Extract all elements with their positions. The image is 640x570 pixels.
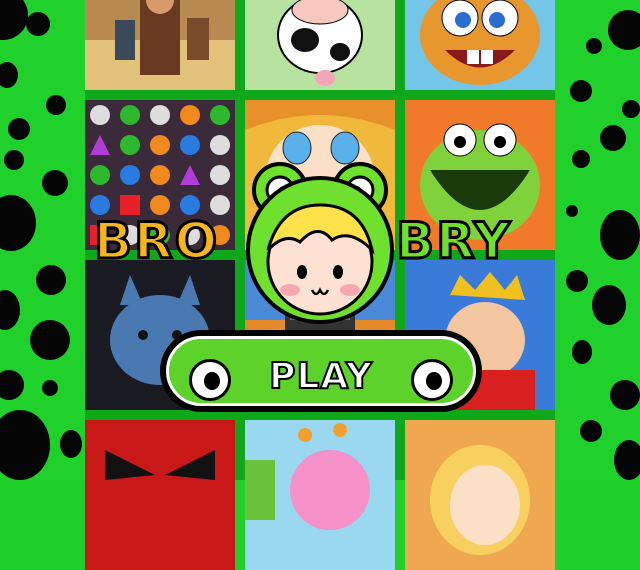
bg-dot: [586, 38, 602, 54]
bg-dot: [614, 440, 640, 480]
game-tile-girl[interactable]: [405, 420, 555, 570]
play-button-face: PLAY: [166, 336, 476, 406]
bg-dot: [0, 0, 28, 40]
bg-dot: [622, 100, 640, 118]
eye-icon: [411, 359, 453, 401]
bg-dot: [572, 340, 592, 364]
game-tile-bird[interactable]: [85, 420, 235, 570]
bg-dot: [600, 210, 640, 260]
bg-dot: [566, 270, 588, 292]
game-tile-beaver[interactable]: [405, 0, 555, 90]
bg-dot: [0, 370, 24, 400]
bg-dot: [610, 380, 640, 410]
bg-dot: [26, 12, 50, 36]
bg-dot: [572, 150, 590, 168]
game-tile-warrior[interactable]: [85, 0, 235, 90]
game-tile-jewels[interactable]: [85, 100, 235, 250]
game-tile-doll[interactable]: [245, 100, 395, 250]
bg-dot: [4, 150, 24, 170]
bg-dot: [36, 265, 66, 295]
bg-dot: [42, 380, 58, 396]
bg-dot: [42, 170, 68, 196]
bg-dot: [8, 118, 30, 140]
game-tile-monster[interactable]: [405, 100, 555, 250]
bg-dot: [566, 205, 578, 217]
bg-dot: [0, 410, 50, 480]
bg-dot: [570, 80, 592, 102]
game-tile-snail[interactable]: [245, 420, 395, 570]
bg-dot: [46, 95, 66, 115]
bg-dot: [30, 320, 70, 360]
bg-dot: [0, 62, 18, 88]
play-button[interactable]: PLAY: [160, 330, 482, 412]
bg-dot: [60, 430, 82, 458]
bg-dot: [580, 420, 602, 442]
bg-dot: [0, 290, 20, 330]
bg-dot: [608, 10, 640, 50]
bg-dot: [600, 125, 626, 151]
bg-dot: [592, 285, 626, 325]
bg-dot: [0, 195, 36, 251]
game-tile-cow[interactable]: [245, 0, 395, 90]
